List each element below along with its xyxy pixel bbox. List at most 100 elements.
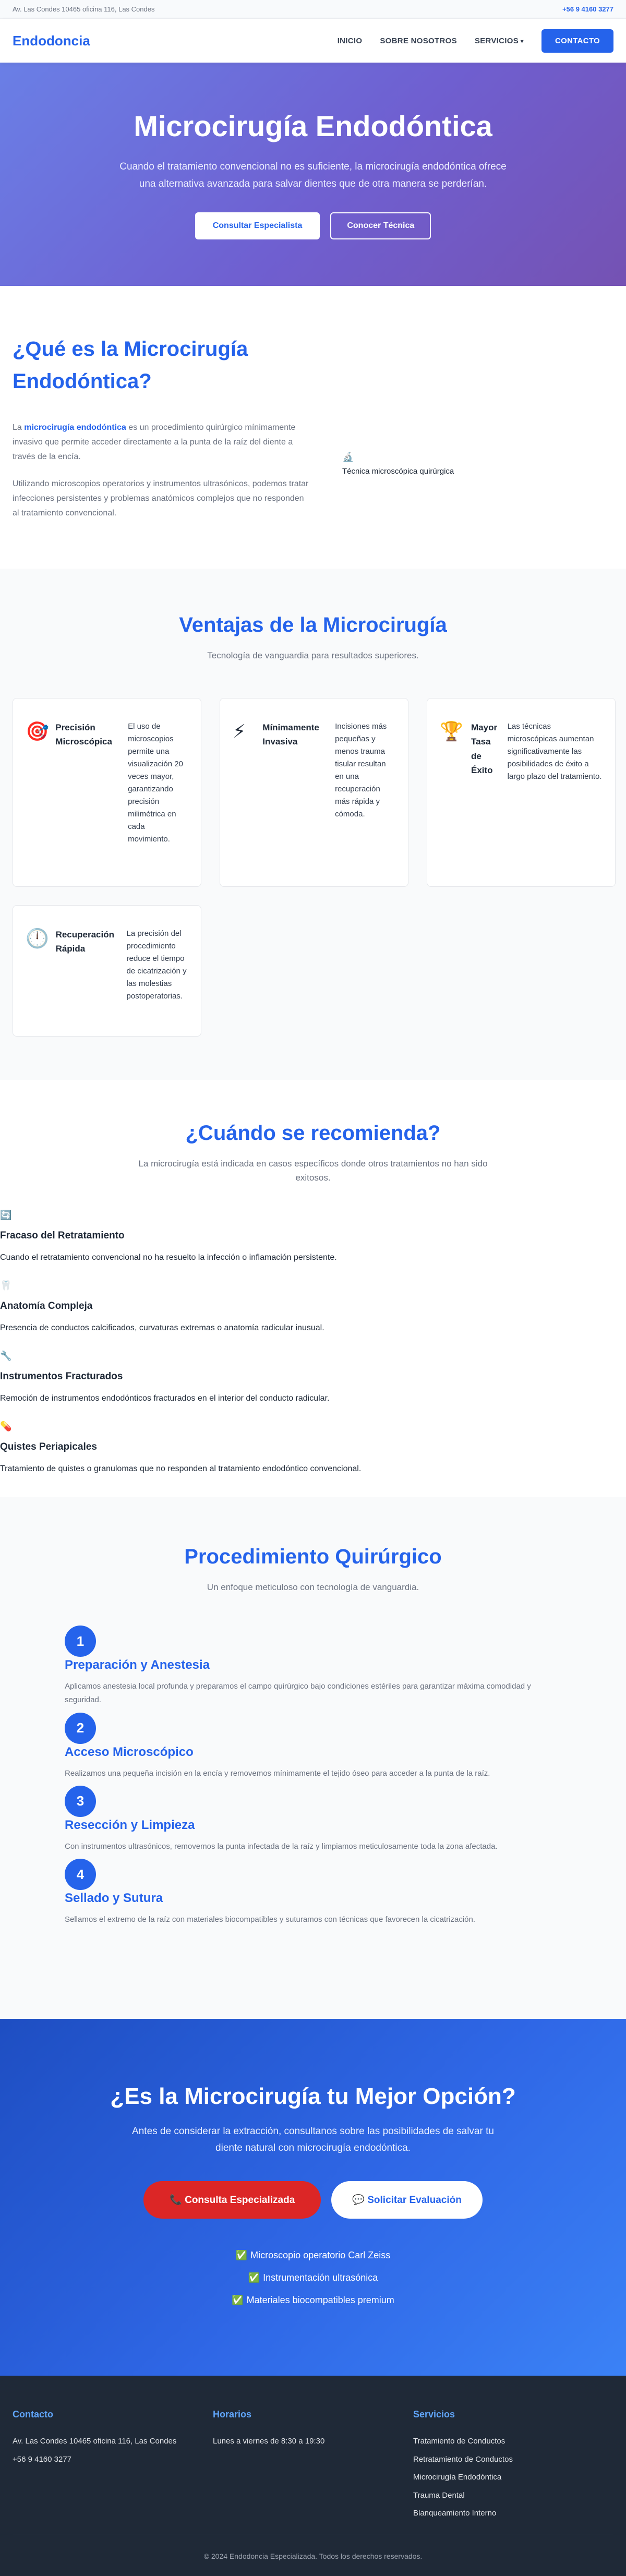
footer-services: Servicios Tratamiento de Conductos Retra… [413,2409,613,2523]
pill-icon: 💊 [0,1421,12,1432]
footer-hours-title: Horarios [213,2409,252,2419]
when-title: ¿Cuándo se recomienda? [185,1122,441,1145]
procedure-steps: 1 Preparación y Anestesia Aplicamos anes… [0,1594,626,1927]
indication-title: Instrumentos Fracturados [0,1371,123,1382]
footer-address: Av. Las Condes 10465 oficina 116, Las Co… [13,2437,177,2446]
what-is-paragraph-1: La microcirugía endodóntica es un proced… [13,420,310,464]
procedure-step: 1 Preparación y Anestesia Aplicamos anes… [65,1626,561,1707]
nav-servicios-dropdown[interactable]: SERVICIOS [475,37,524,45]
footer-service-link[interactable]: Tratamiento de Conductos [413,2433,613,2451]
p1-prefix: La [13,423,25,432]
indication-item: 🔄 Fracaso del Retratamiento Cuando el re… [0,1210,626,1262]
check-icon: ✅ [248,2272,260,2283]
indication-item: 💊 Quistes Periapicales Tratamiento de qu… [0,1421,626,1474]
technique-image: 🔬 Técnica microscópica quirúrgica [342,333,454,569]
nav-sobre-nosotros[interactable]: SOBRE NOSOTROS [380,37,457,45]
indication-item: 🔧 Instrumentos Fracturados Remoción de i… [0,1351,626,1403]
top-address: Av. Las Condes 10465 oficina 116, Las Co… [13,5,155,13]
footer-contact-title: Contacto [13,2409,53,2419]
advantage-card: 🕛 Recuperación Rápida La precisión del p… [13,905,201,1037]
top-phone-link[interactable]: +56 9 4160 3277 [562,5,613,13]
feature-label: Instrumentación ultrasónica [263,2272,378,2283]
cta-buttons: 📞 Consulta Especializada 💬 Solicitar Eva… [0,2181,626,2219]
advantage-title: Mayor Tasa de Éxito [471,723,498,775]
step-title: Resección y Limpieza [65,1817,195,1832]
indication-desc: Presencia de conductos calcificados, cur… [0,1323,324,1333]
footer-service-link[interactable]: Blanqueamiento Interno [413,2505,613,2523]
footer-service-link[interactable]: Microcirugía Endodóntica [413,2469,613,2487]
advantage-desc: Incisiones más pequeñas y menos trauma t… [335,722,387,819]
site-header: Endodoncia INICIO SOBRE NOSOTROS SERVICI… [0,19,626,63]
hero-subtitle: Cuando el tratamiento convencional no es… [119,161,507,189]
step-number: 3 [65,1785,96,1817]
nav-inicio[interactable]: INICIO [338,37,363,45]
procedure-subtitle: Un enfoque meticuloso con tecnología de … [207,1582,419,1592]
step-title: Preparación y Anestesia [65,1658,210,1672]
what-is-paragraph-2: Utilizando microscopios operatorios y in… [13,479,309,517]
advantage-desc: Las técnicas microscópicas aumentan sign… [507,722,602,781]
advantage-title: Recuperación Rápida [55,930,114,954]
footer-hours: Horarios Lunes a viernes de 8:30 a 19:30 [213,2409,413,2523]
indication-item: 🦷 Anatomía Compleja Presencia de conduct… [0,1280,626,1333]
wrench-icon: 🔧 [0,1351,12,1362]
lightning-icon: ⚡ [233,720,246,742]
advantage-card: ⚡ Mínimamente Invasiva Incisiones más pe… [220,698,408,887]
feature-item: ✅ Microscopio operatorio Carl Zeiss [236,2250,391,2261]
step-title: Sellado y Sutura [65,1891,163,1906]
advantages-grid: 🎯 Precisión Microscópica El uso de micro… [0,698,626,1037]
hero-buttons: Consultar Especialista Conocer Técnica [195,212,431,239]
request-evaluation-button[interactable]: 💬 Solicitar Evaluación [331,2181,483,2219]
feature-label: Materiales biocompatibles premium [246,2294,394,2305]
feature-label: Microscopio operatorio Carl Zeiss [250,2249,391,2260]
hero-title: Microcirugía Endodóntica [134,110,492,143]
p1-highlight: microcirugía endodóntica [24,423,126,432]
check-icon: ✅ [235,2249,248,2260]
footer-phone[interactable]: +56 9 4160 3277 [13,2451,213,2469]
procedure-step: 3 Resección y Limpieza Con instrumentos … [65,1785,561,1853]
feature-item: ✅ Instrumentación ultrasónica [248,2272,378,2283]
indication-title: Fracaso del Retratamiento [0,1230,125,1242]
trophy-icon: 🏆 [440,720,463,742]
what-is-title: ¿Qué es la Microcirugía Endodóntica? [13,338,248,393]
chat-icon: 💬 [352,2194,365,2206]
contact-button[interactable]: CONTACTO [541,29,613,53]
indication-desc: Remoción de instrumentos endodónticos fr… [0,1394,330,1403]
procedure-step: 2 Acceso Microscópico Realizamos una peq… [65,1712,561,1780]
advantage-desc: La precisión del procedimiento reduce el… [126,929,187,1001]
hero-section: Microcirugía Endodóntica Cuando el trata… [0,63,626,286]
footer-service-link[interactable]: Retratamiento de Conductos [413,2451,613,2469]
image-alt-text: Técnica microscópica quirúrgica [342,467,454,476]
advantages-section: Ventajas de la Microcirugía Tecnología d… [0,569,626,1080]
advantages-subtitle: Tecnología de vanguardia para resultados… [207,651,419,660]
step-desc: Aplicamos anestesia local profunda y pre… [65,1682,531,1705]
footer-contact: Contacto Av. Las Condes 10465 oficina 11… [13,2409,213,2523]
footer-service-link[interactable]: Trauma Dental [413,2487,613,2505]
cta-features: ✅ Microscopio operatorio Carl Zeiss ✅ Inst… [0,2250,626,2306]
clock-icon: 🕛 [26,928,49,949]
indication-title: Quistes Periapicales [0,1441,97,1453]
footer-services-title: Servicios [413,2409,455,2419]
step-number: 2 [65,1712,96,1744]
specialized-consult-button[interactable]: 📞 Consulta Especializada [143,2181,321,2219]
procedure-title: Procedimiento Quirúrgico [184,1545,442,1568]
check-icon: ✅ [232,2294,244,2305]
procedure-section: Procedimiento Quirúrgico Un enfoque meti… [0,1497,626,2019]
tooth-icon: 🦷 [0,1280,12,1291]
procedure-step: 4 Sellado y Sutura Sellamos el extremo d… [65,1859,561,1927]
top-bar: Av. Las Condes 10465 oficina 116, Las Co… [0,0,626,19]
target-icon: 🎯 [26,720,49,742]
consult-specialist-button[interactable]: Consultar Especialista [195,212,320,239]
request-evaluation-label: Solicitar Evaluación [367,2194,462,2206]
site-logo[interactable]: Endodoncia [13,33,90,49]
advantage-card: 🎯 Precisión Microscópica El uso de micro… [13,698,201,887]
feature-item: ✅ Materiales biocompatibles premium [232,2295,394,2306]
advantage-desc: El uso de microscopios permite una visua… [128,722,183,844]
know-technique-button[interactable]: Conocer Técnica [330,212,431,239]
step-desc: Sellamos el extremo de la raíz con mater… [65,1915,476,1924]
what-is-section: ¿Qué es la Microcirugía Endodóntica? La … [0,286,626,569]
indication-desc: Cuando el retratamiento convencional no … [0,1253,337,1262]
footer-hours-text: Lunes a viernes de 8:30 a 19:30 [213,2437,325,2446]
indications-list: 🔄 Fracaso del Retratamiento Cuando el re… [0,1185,626,1474]
site-footer: Contacto Av. Las Condes 10465 oficina 11… [0,2376,626,2576]
cta-section: ¿Es la Microcirugía tu Mejor Opción? Ant… [0,2019,626,2376]
